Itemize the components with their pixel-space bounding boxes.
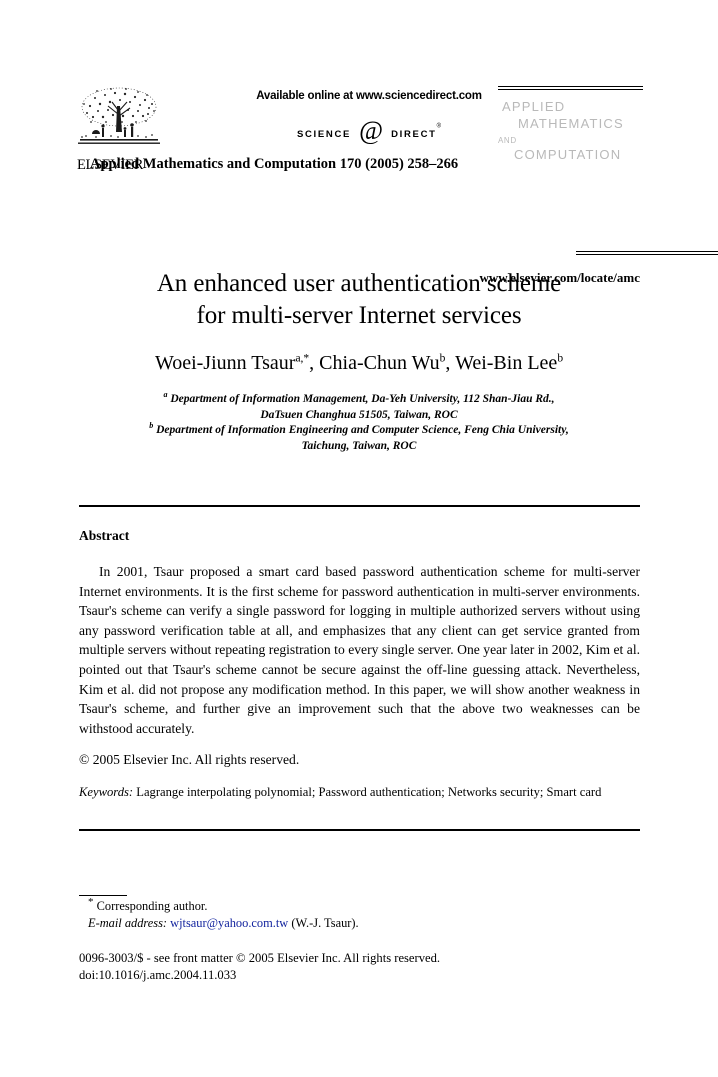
footnote-block: * Corresponding author. E-mail address: … bbox=[79, 895, 509, 932]
author-separator: , bbox=[309, 352, 320, 374]
affiliation-line: DaTsuen Changhua 51505, Taiwan, ROC bbox=[260, 408, 458, 421]
affiliation-item: b Department of Information Engineering … bbox=[79, 421, 639, 439]
author-entry: Woei-Jiunn Tsaura,* bbox=[155, 352, 309, 374]
abstract-bottom-rule bbox=[79, 829, 640, 831]
abstract-top-rule bbox=[79, 505, 640, 507]
sciencedirect-science-text: SCIENCE bbox=[296, 128, 352, 140]
author-name: Chia-Chun Wu bbox=[319, 352, 440, 374]
abstract-paragraph: In 2001, Tsaur proposed a smart card bas… bbox=[79, 564, 640, 736]
svg-text:@: @ bbox=[359, 116, 383, 144]
corresponding-author-note: * Corresponding author. bbox=[79, 895, 509, 915]
imprint-block: 0096-3003/$ - see front matter © 2005 El… bbox=[79, 950, 440, 984]
journal-logo-line-2: MATHEMATICS bbox=[518, 116, 624, 131]
email-address-label: E-mail address: bbox=[88, 916, 168, 930]
affiliation-line: Department of Information Management, Da… bbox=[170, 393, 555, 405]
abstract-copyright: © 2005 Elsevier Inc. All rights reserved… bbox=[79, 752, 300, 767]
author-entry: Wei-Bin Leeb bbox=[455, 352, 563, 374]
author-entry: Chia-Chun Wub bbox=[319, 352, 445, 374]
author-affiliation-mark: b bbox=[557, 352, 564, 365]
affiliation-list: a Department of Information Management, … bbox=[79, 390, 639, 454]
journal-logo-line-4: COMPUTATION bbox=[514, 147, 622, 162]
journal-citation: Applied Mathematics and Computation 170 … bbox=[90, 156, 459, 172]
keywords-label: Keywords: bbox=[79, 785, 134, 799]
registered-trademark-icon: ® bbox=[436, 123, 442, 130]
doi-line: doi:10.1016/j.amc.2004.11.033 bbox=[79, 968, 237, 982]
abstract-heading: Abstract bbox=[79, 528, 130, 543]
article-title-line-1: An enhanced user authentication scheme bbox=[156, 270, 562, 297]
article-title-line-2: for multi-server Internet services bbox=[196, 302, 522, 329]
journal-logo: APPLIED MATHEMATICS AND COMPUTATION bbox=[498, 84, 643, 170]
sciencedirect-logo: SCIENCE @ DIRECT® bbox=[214, 116, 524, 146]
issn-front-matter-line: 0096-3003/$ - see front matter © 2005 El… bbox=[79, 951, 441, 965]
journal-logo-text: APPLIED MATHEMATICS AND COMPUTATION bbox=[498, 98, 643, 163]
email-address-link[interactable]: wjtsaur@yahoo.com.tw bbox=[170, 916, 288, 930]
footnote-separator-rule bbox=[79, 895, 127, 896]
author-separator: , bbox=[445, 352, 456, 374]
corresponding-author-text: Corresponding author. bbox=[96, 899, 208, 913]
affiliation-line: Taichung, Taiwan, ROC bbox=[301, 439, 417, 452]
paper-page: ELSEVIER Available online at www.science… bbox=[0, 0, 718, 1077]
author-name: Woei-Jiunn Tsaur bbox=[154, 352, 296, 374]
masthead: ELSEVIER Available online at www.science… bbox=[77, 84, 718, 285]
at-sign-icon: @ bbox=[357, 116, 385, 145]
elsevier-tree-logo bbox=[78, 84, 160, 158]
email-owner-text: (W.-J. Tsaur). bbox=[291, 916, 359, 930]
abstract-body: In 2001, Tsaur proposed a smart card bas… bbox=[79, 562, 640, 738]
affiliation-mark: b bbox=[149, 421, 154, 431]
email-note: E-mail address: wjtsaur@yahoo.com.tw (W.… bbox=[79, 915, 509, 932]
journal-logo-line-1: APPLIED bbox=[502, 99, 566, 114]
author-name: Wei-Bin Lee bbox=[455, 352, 558, 374]
journal-logo-top-rule bbox=[498, 86, 643, 90]
affiliation-line: Department of Information Engineering an… bbox=[156, 424, 569, 436]
available-online-text: Available online at www.sciencedirect.co… bbox=[256, 90, 482, 102]
journal-logo-bottom-rule bbox=[576, 251, 718, 255]
author-list: Woei-Jiunn Tsaura,*, Chia-Chun Wub, Wei-… bbox=[79, 350, 639, 376]
affiliation-mark: a bbox=[163, 390, 168, 400]
author-affiliation-mark: a,* bbox=[295, 352, 310, 365]
keywords: Keywords: Lagrange interpolating polynom… bbox=[79, 783, 640, 801]
article-title: An enhanced user authentication scheme f… bbox=[79, 268, 639, 332]
corresponding-author-mark: * bbox=[88, 895, 94, 908]
keywords-text: Lagrange interpolating polynomial; Passw… bbox=[136, 785, 602, 799]
affiliation-item: a Department of Information Management, … bbox=[79, 390, 639, 408]
sciencedirect-direct-text: DIRECT bbox=[391, 128, 437, 140]
